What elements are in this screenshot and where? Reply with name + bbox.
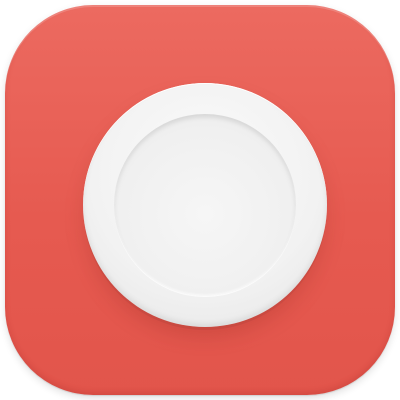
icon-canvas [0,0,400,400]
plate-center-icon [114,114,296,296]
app-icon[interactable] [5,5,395,395]
